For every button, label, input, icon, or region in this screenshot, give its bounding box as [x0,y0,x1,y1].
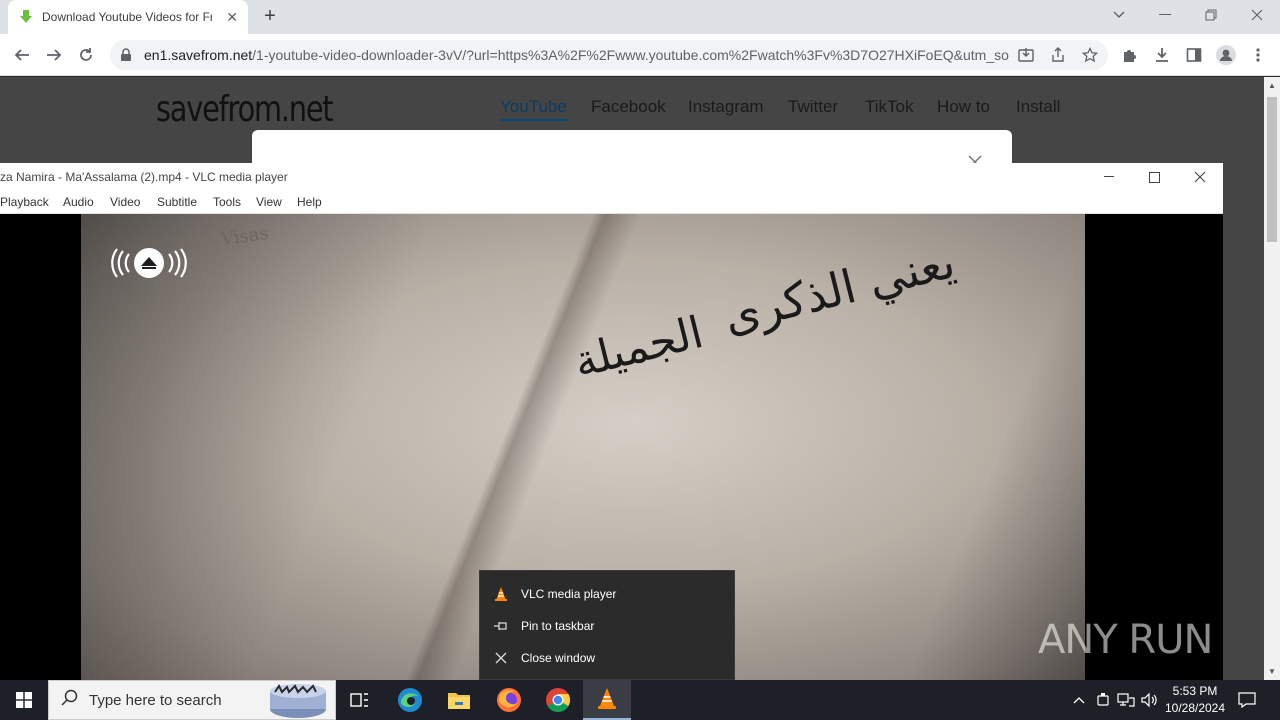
vlc-icon [598,688,616,709]
browser-toolbar: en1.savefrom.net/1-youtube-video-downloa… [0,34,1280,76]
vlc-window-title: za Namira - Ma'Assalama (2).mp4 - VLC me… [0,170,288,184]
jump-item-vlc-label: VLC media player [521,587,617,601]
minimize-button[interactable] [1142,0,1188,30]
menu-video[interactable]: Video [110,195,140,209]
forward-button[interactable] [40,41,68,69]
task-view-button[interactable] [336,680,384,720]
vlc-menubar: Playback Audio Video Subtitle Tools View… [0,191,1223,214]
jump-item-vlc[interactable]: VLC media player [480,579,736,609]
windows-taskbar: Type here to search 5:53 PM 10/28/2024 [0,680,1280,720]
task-view-icon [350,693,368,707]
vlc-cone-icon [492,585,510,603]
install-app-icon[interactable] [1016,46,1036,64]
windows-logo-icon [16,692,32,708]
downloads-icon[interactable] [1151,44,1173,66]
search-highlight-image-icon [269,683,327,720]
menu-tools[interactable]: Tools [213,195,241,209]
bookmark-star-icon[interactable] [1080,46,1100,64]
menu-subtitle[interactable]: Subtitle [157,195,197,209]
vlc-titlebar[interactable]: za Namira - Ma'Assalama (2).mp4 - VLC me… [0,163,1223,191]
page-scrollbar[interactable]: ▲ ▼ [1264,77,1280,680]
browser-tab[interactable]: Download Youtube Videos for Fr ✕ [8,0,248,34]
reload-button[interactable] [72,41,100,69]
nav-tiktok[interactable]: TikTok [865,97,914,117]
edge-icon [398,688,422,712]
watermark-text: ANY RUN [1038,617,1213,663]
side-panel-icon[interactable] [1183,44,1205,66]
chrome-icon [546,688,570,712]
taskbar-jump-list: VLC media player Pin to taskbar Close wi… [479,570,735,680]
nav-instagram[interactable]: Instagram [688,97,764,117]
url-text[interactable]: en1.savefrom.net/1-youtube-video-downloa… [144,47,1009,63]
new-tab-button[interactable]: + [258,5,282,29]
jump-item-close-label: Close window [521,651,596,665]
address-bar[interactable]: en1.savefrom.net/1-youtube-video-downloa… [110,40,1108,70]
nav-facebook[interactable]: Facebook [591,97,666,117]
savefrom-favicon-icon [18,9,34,25]
chrome-taskbar-button[interactable] [534,680,582,720]
firefox-taskbar-button[interactable] [485,680,533,720]
profile-avatar-icon[interactable] [1215,44,1237,66]
site-logo[interactable]: savefrom.net [156,89,334,130]
clock-date: 10/28/2024 [1164,701,1226,715]
clock-time: 5:53 PM [1172,684,1218,698]
usb-device-icon[interactable] [1093,690,1113,710]
tab-search-icon[interactable] [1096,0,1142,30]
tab-close-icon[interactable]: ✕ [226,9,238,26]
channel-logo-icon [111,246,189,285]
tray-overflow-chevron-icon[interactable] [1069,690,1089,710]
close-browser-button[interactable] [1234,0,1280,30]
close-icon [492,649,510,667]
pin-icon [492,617,510,635]
nav-how-to[interactable]: How to [937,97,990,117]
extensions-icon[interactable] [1119,44,1141,66]
tab-title: Download Youtube Videos for Fr [42,10,212,24]
scrollbar-thumb[interactable] [1267,97,1277,242]
menu-audio[interactable]: Audio [63,195,94,209]
folder-icon [448,693,470,709]
nav-twitter[interactable]: Twitter [788,97,838,117]
lock-icon[interactable] [120,48,134,62]
vlc-maximize-button[interactable] [1139,167,1169,187]
network-icon[interactable] [1116,690,1136,710]
url-host: en1.savefrom.net [144,47,253,63]
volume-icon[interactable] [1140,690,1160,710]
edge-taskbar-button[interactable] [386,680,434,720]
jump-item-close[interactable]: Close window [480,643,736,673]
jump-item-pin-label: Pin to taskbar [521,619,595,633]
vlc-close-button[interactable] [1185,167,1215,187]
nav-install[interactable]: Install [1016,97,1060,117]
back-button[interactable] [8,41,36,69]
file-explorer-taskbar-button[interactable] [435,680,483,720]
vlc-minimize-button[interactable] [1094,167,1124,187]
url-path: /1-youtube-video-downloader-3vV/?url=htt… [252,47,1009,63]
restore-button[interactable] [1188,0,1234,30]
taskbar-search-box[interactable]: Type here to search [48,680,336,720]
start-button[interactable] [0,680,48,720]
menu-help[interactable]: Help [297,195,322,209]
chrome-menu-icon[interactable] [1247,44,1269,66]
vlc-taskbar-button[interactable] [583,680,631,720]
notification-center-icon[interactable] [1237,690,1257,710]
firefox-icon [497,688,521,712]
share-icon[interactable] [1048,46,1068,64]
scroll-up-icon[interactable]: ▲ [1268,81,1276,90]
anyrun-watermark: ANY RUN [1038,607,1238,673]
search-icon [61,689,79,712]
menu-playback[interactable]: Playback [0,195,49,209]
browser-tabstrip: Download Youtube Videos for Fr ✕ + [0,0,1280,34]
menu-view[interactable]: View [256,195,282,209]
search-placeholder: Type here to search [89,691,222,709]
jump-item-pin[interactable]: Pin to taskbar [480,611,736,641]
nav-youtube[interactable]: YouTube [500,97,567,121]
taskbar-clock[interactable]: 5:53 PM 10/28/2024 [1160,683,1230,717]
scroll-down-icon[interactable]: ▼ [1268,667,1276,676]
